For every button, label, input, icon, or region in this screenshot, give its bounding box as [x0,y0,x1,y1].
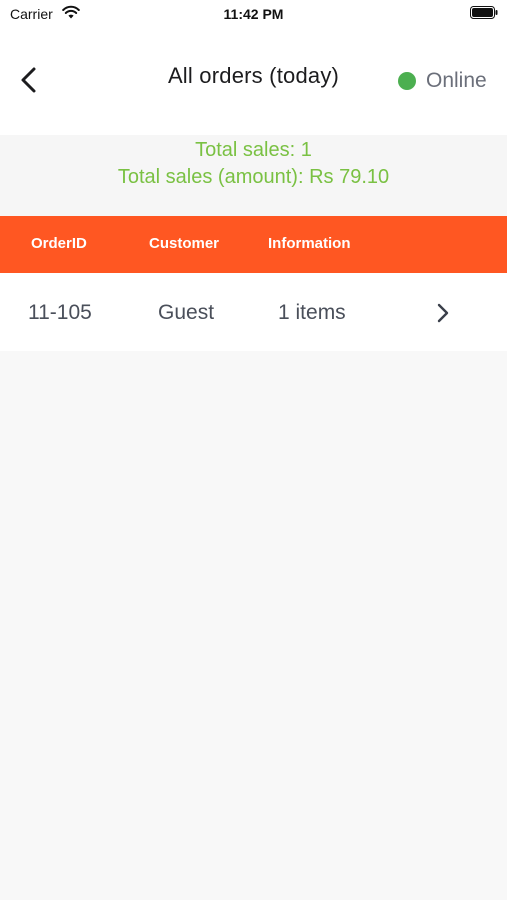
column-header-customer: Customer [149,235,220,252]
online-label: Online [426,69,487,92]
status-dot-icon [398,72,416,90]
customer-cell: Guest [158,301,215,324]
column-header-orderid: OrderID [31,235,87,252]
header-bar: Carrier 11:42 PM All orders (today) Onli… [0,0,507,135]
orders-table-header: OrderID Customer Information [0,216,507,273]
total-sales-amount: Total sales (amount): Rs 79.10 [117,166,390,188]
order-id-cell: 11-105 [28,301,92,324]
status-time: 11:42 PM [223,6,284,22]
information-cell: 1 items [278,301,346,324]
column-header-information: Information [268,235,351,252]
empty-content-area [0,351,507,900]
table-row[interactable]: 11-105 Guest 1 items [0,273,507,351]
chevron-right-icon[interactable] [436,303,450,323]
online-status: Online [398,67,487,95]
battery-icon [470,6,498,19]
total-sales-count: Total sales: 1 [195,139,312,161]
sales-summary: Total sales: 1 Total sales (amount): Rs … [0,135,507,216]
